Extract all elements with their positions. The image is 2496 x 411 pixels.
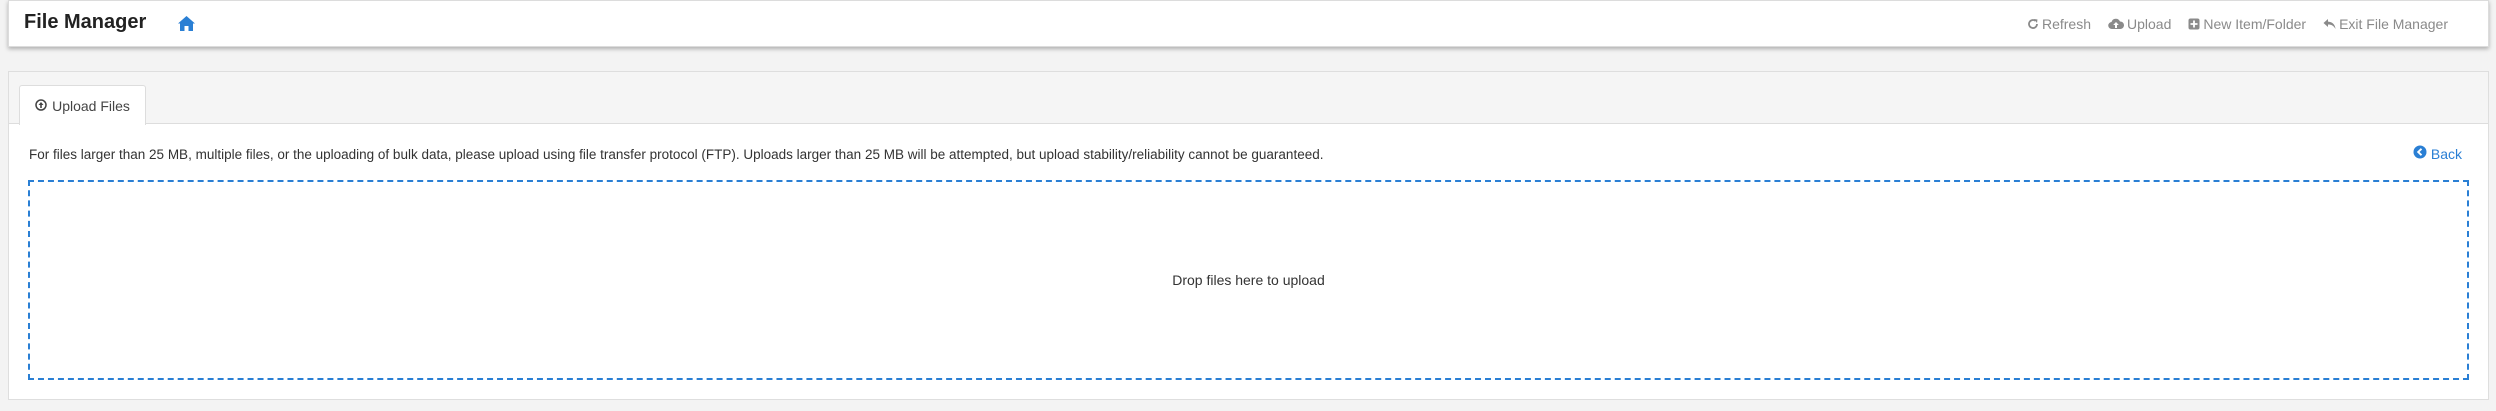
new-item-button[interactable]: New Item/Folder <box>2188 16 2306 32</box>
exit-button[interactable]: Exit File Manager <box>2323 16 2448 32</box>
tab-strip: Upload Files <box>9 72 2488 125</box>
exit-label: Exit File Manager <box>2339 16 2448 32</box>
upload-notice: For files larger than 25 MB, multiple fi… <box>29 147 1324 162</box>
tab-label: Upload Files <box>52 97 130 114</box>
upload-label: Upload <box>2126 16 2172 32</box>
plus-square-icon <box>2188 18 2200 30</box>
upload-panel: Upload Files For files larger than 25 MB… <box>8 71 2489 400</box>
reply-icon <box>2323 18 2336 30</box>
refresh-icon <box>2027 18 2039 30</box>
refresh-label: Refresh <box>2041 16 2091 32</box>
cloud-upload-icon <box>2108 18 2124 30</box>
tab-upload-files[interactable]: Upload Files <box>19 85 146 125</box>
file-dropzone[interactable]: Drop files here to upload <box>28 180 2469 380</box>
new-item-label: New Item/Folder <box>2203 16 2307 32</box>
home-icon[interactable] <box>177 15 196 32</box>
top-bar: File Manager Refresh Upload New Item/Fol… <box>8 0 2489 47</box>
toolbar: Refresh Upload New Item/Folder Exit File… <box>2027 16 2448 32</box>
back-label: Back <box>2430 145 2462 162</box>
chevron-circle-left-icon <box>2413 145 2427 162</box>
page-title: File Manager <box>24 11 147 33</box>
refresh-button[interactable]: Refresh <box>2027 16 2091 32</box>
back-link[interactable]: Back <box>2413 145 2462 162</box>
upload-button[interactable]: Upload <box>2108 16 2171 32</box>
arrow-circle-up-icon <box>35 98 47 114</box>
dropzone-text: Drop files here to upload <box>1172 272 1325 288</box>
